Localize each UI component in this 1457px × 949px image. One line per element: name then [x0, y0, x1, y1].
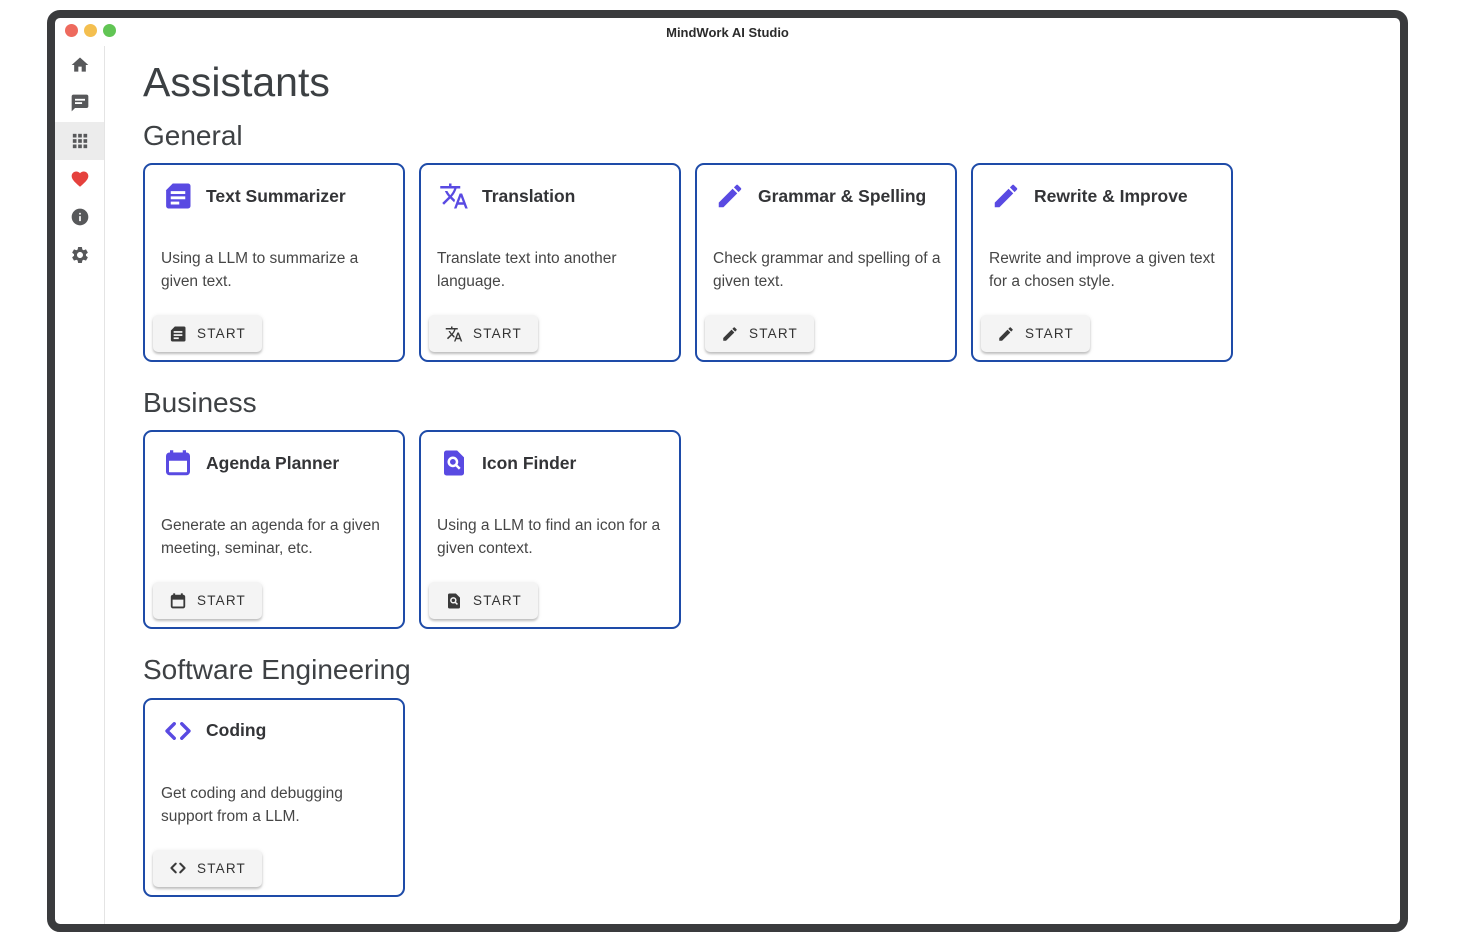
start-button-translation[interactable]: START — [429, 315, 538, 352]
card-title: Agenda Planner — [206, 453, 339, 474]
section-business: Business Agenda Planner Generate an agen… — [143, 387, 1376, 629]
sidebar-item-settings[interactable] — [55, 236, 104, 274]
section-general: General Text Summarizer Using a LLM to s… — [143, 120, 1376, 362]
card-header: Agenda Planner — [145, 432, 403, 478]
info-icon — [70, 207, 90, 227]
start-button-label: START — [197, 861, 246, 876]
card-actions: START — [973, 307, 1231, 360]
main-content: Assistants General Text Summarizer Using… — [105, 46, 1400, 924]
edit-icon — [721, 325, 739, 343]
card-header: Translation — [421, 165, 679, 211]
card-description: Translate text into another language. — [437, 247, 665, 293]
card-row: Coding Get coding and debugging support … — [143, 698, 1376, 897]
card-title: Icon Finder — [482, 453, 576, 474]
card-actions: START — [145, 574, 403, 627]
card-title: Rewrite & Improve — [1034, 186, 1188, 207]
card-description: Rewrite and improve a given text for a c… — [989, 247, 1217, 293]
section-title: Software Engineering — [143, 654, 1376, 686]
assistant-card-rewrite-improve: Rewrite & Improve Rewrite and improve a … — [971, 163, 1233, 362]
summarize-icon — [163, 181, 193, 211]
sidebar-item-chats[interactable] — [55, 84, 104, 122]
edit-icon — [991, 181, 1021, 211]
assistant-card-icon-finder: Icon Finder Using a LLM to find an icon … — [419, 430, 681, 629]
gear-icon — [70, 245, 90, 265]
minimize-button[interactable] — [84, 24, 97, 37]
card-actions: START — [697, 307, 955, 360]
card-actions: START — [145, 307, 403, 360]
edit-icon — [997, 325, 1015, 343]
calendar-icon — [163, 448, 193, 478]
start-button-label: START — [197, 326, 246, 341]
card-description: Using a LLM to find an icon for a given … — [437, 514, 665, 560]
card-header: Grammar & Spelling — [697, 165, 955, 211]
zoom-button[interactable] — [103, 24, 116, 37]
apps-grid-icon — [70, 131, 90, 151]
icon-search-icon — [445, 592, 463, 610]
start-button-text-summarizer[interactable]: START — [153, 315, 262, 352]
card-description: Check grammar and spelling of a given te… — [713, 247, 941, 293]
card-actions: START — [145, 842, 403, 895]
start-button-label: START — [197, 593, 246, 608]
section-title: General — [143, 120, 1376, 152]
calendar-icon — [169, 592, 187, 610]
card-title: Coding — [206, 720, 266, 741]
card-description: Using a LLM to summarize a given text. — [161, 247, 389, 293]
card-header: Coding — [145, 700, 403, 746]
heart-icon — [70, 169, 90, 189]
translate-icon — [445, 325, 463, 343]
code-icon — [163, 716, 193, 746]
start-button-agenda-planner[interactable]: START — [153, 582, 262, 619]
card-header: Text Summarizer — [145, 165, 403, 211]
section-software-engineering: Software Engineering Coding Get coding a… — [143, 654, 1376, 896]
card-title: Translation — [482, 186, 575, 207]
window-title: MindWork AI Studio — [666, 25, 789, 40]
titlebar: MindWork AI Studio — [55, 18, 1400, 46]
start-button-label: START — [473, 593, 522, 608]
assistant-card-text-summarizer: Text Summarizer Using a LLM to summarize… — [143, 163, 405, 362]
assistant-card-coding: Coding Get coding and debugging support … — [143, 698, 405, 897]
card-description: Get coding and debugging support from a … — [161, 782, 389, 828]
traffic-lights — [65, 24, 116, 37]
chat-icon — [70, 93, 90, 113]
card-row: Text Summarizer Using a LLM to summarize… — [143, 163, 1376, 362]
assistant-card-grammar-spelling: Grammar & Spelling Check grammar and spe… — [695, 163, 957, 362]
translate-icon — [439, 181, 469, 211]
start-button-label: START — [749, 326, 798, 341]
sidebar — [55, 46, 105, 924]
app-window: MindWork AI Studio Assistants General Te… — [47, 10, 1408, 932]
card-header: Rewrite & Improve — [973, 165, 1231, 211]
sidebar-item-home[interactable] — [55, 46, 104, 84]
sidebar-item-about[interactable] — [55, 198, 104, 236]
start-button-label: START — [1025, 326, 1074, 341]
card-title: Grammar & Spelling — [758, 186, 926, 207]
card-header: Icon Finder — [421, 432, 679, 478]
section-title: Business — [143, 387, 1376, 419]
icon-search-icon — [439, 448, 469, 478]
card-description: Generate an agenda for a given meeting, … — [161, 514, 389, 560]
edit-icon — [715, 181, 745, 211]
assistant-card-translation: Translation Translate text into another … — [419, 163, 681, 362]
card-title: Text Summarizer — [206, 186, 346, 207]
card-actions: START — [421, 574, 679, 627]
card-row: Agenda Planner Generate an agenda for a … — [143, 430, 1376, 629]
assistant-card-agenda-planner: Agenda Planner Generate an agenda for a … — [143, 430, 405, 629]
sidebar-item-favorites[interactable] — [55, 160, 104, 198]
start-button-icon-finder[interactable]: START — [429, 582, 538, 619]
page-title: Assistants — [143, 60, 1376, 105]
close-button[interactable] — [65, 24, 78, 37]
start-button-rewrite-improve[interactable]: START — [981, 315, 1090, 352]
summarize-icon — [169, 325, 187, 343]
start-button-label: START — [473, 326, 522, 341]
start-button-coding[interactable]: START — [153, 850, 262, 887]
sidebar-item-assistants[interactable] — [55, 122, 104, 160]
home-icon — [70, 55, 90, 75]
code-icon — [169, 859, 187, 877]
start-button-grammar-spelling[interactable]: START — [705, 315, 814, 352]
card-actions: START — [421, 307, 679, 360]
